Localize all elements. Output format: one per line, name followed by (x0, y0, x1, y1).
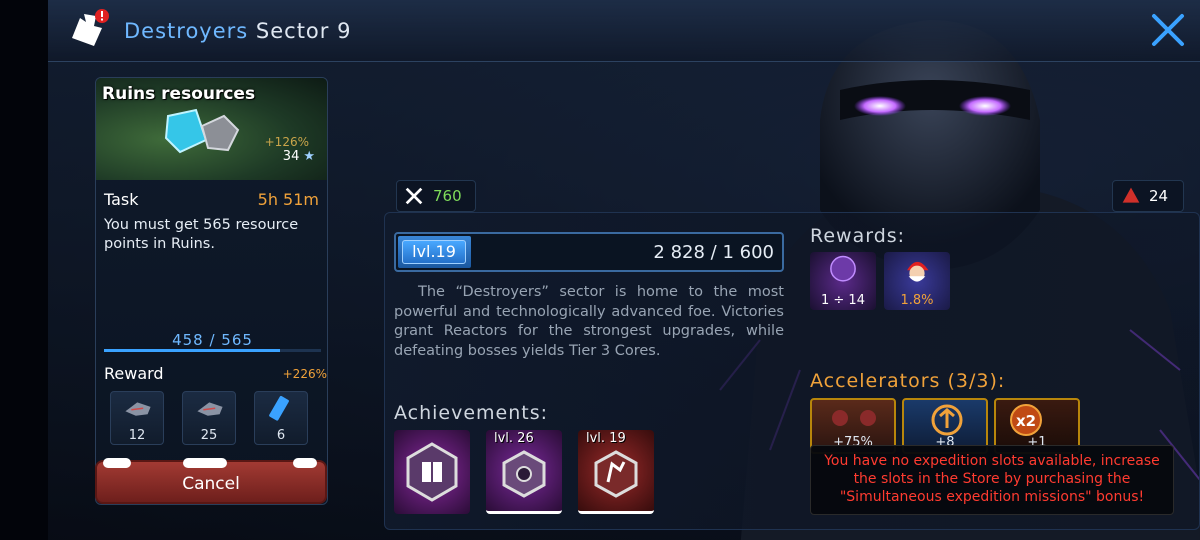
achievement-item[interactable] (394, 430, 470, 514)
cancel-button[interactable]: Cancel (95, 458, 327, 504)
snow-decoration (293, 458, 317, 468)
ship-icon (197, 402, 223, 416)
star-counter: 34 ★ (283, 149, 315, 164)
left-edge (0, 0, 48, 540)
ship-icon (125, 402, 151, 416)
reward-item[interactable]: 12 (110, 391, 164, 445)
accelerators-title: Accelerators (3/3): (810, 370, 1006, 392)
star-count-value: 34 (282, 149, 300, 164)
task-time: 5h 51m (257, 190, 319, 209)
expedition-alert-icon (66, 8, 110, 52)
no-slots-warning: You have no expedition slots available, … (810, 445, 1174, 515)
level-progress-value: 2 828 / 1 600 (653, 242, 774, 263)
page-title: Destroyers Sector 9 (124, 19, 351, 43)
sector-level-bar: lvl.19 2 828 / 1 600 (394, 232, 784, 272)
reward-santa[interactable]: 1.8% (884, 252, 950, 310)
task-label: Task (104, 190, 139, 209)
blueprint-card-icon (269, 395, 289, 421)
ruins-banner: Ruins resources +126% 34 ★ (96, 78, 327, 180)
upgrade-icon (931, 404, 963, 436)
reward-items: 12 25 6 (110, 391, 308, 445)
banner-bonus: +126% (264, 135, 309, 149)
achievement-item[interactable]: lvl. 19 (578, 430, 654, 514)
title-faction: Destroyers (124, 19, 249, 43)
reward-item[interactable]: 6 (254, 391, 308, 445)
reward-core-label: 1 ÷ 14 (821, 293, 865, 308)
power-badge: 760 (396, 180, 476, 212)
achievement-level: lvl. 19 (586, 431, 626, 446)
achievements-title: Achievements: (394, 402, 549, 424)
book-badge-icon (406, 442, 458, 502)
army-icon (832, 410, 876, 426)
santa-icon (907, 261, 929, 282)
reward-count: 25 (200, 428, 218, 443)
reward-core[interactable]: 1 ÷ 14 (810, 252, 876, 310)
reactor-icon (1122, 187, 1140, 203)
task-description: You must get 565 resource points in Ruin… (104, 217, 299, 252)
task-progress-text: 458 / 565 (172, 331, 253, 349)
banner-title: Ruins resources (102, 84, 256, 104)
cancel-label: Cancel (182, 474, 240, 494)
achievement-item[interactable]: lvl. 26 (486, 430, 562, 514)
expedition-screen: Destroyers Sector 9 Ruins resources +126… (0, 0, 1200, 540)
crossed-swords-icon (405, 187, 423, 205)
close-icon (1152, 14, 1184, 46)
level-tag: lvl.19 (402, 240, 466, 264)
reward-count: 12 (128, 428, 146, 443)
reactor-value: 24 (1149, 187, 1169, 205)
svg-text:x2: x2 (1016, 412, 1036, 430)
power-value: 760 (433, 187, 462, 205)
reward-count: 6 (276, 428, 286, 443)
star-icon: ★ (303, 149, 315, 164)
close-button[interactable] (1148, 10, 1188, 50)
rewards-title: Rewards: (810, 225, 906, 247)
task-progress-bar (104, 349, 321, 352)
reactor-badge: 24 (1112, 180, 1184, 212)
snow-decoration (103, 458, 131, 468)
reward-label: Reward (104, 364, 164, 383)
reward-santa-label: 1.8% (900, 293, 934, 308)
reward-bonus: +226% (282, 367, 327, 381)
core-icon (830, 255, 856, 282)
task-progress-fill (104, 349, 280, 352)
x2-icon: x2 (1010, 404, 1042, 436)
reward-item[interactable]: 25 (182, 391, 236, 445)
snow-decoration (183, 458, 227, 468)
title-sector: Sector 9 (255, 19, 352, 43)
mission-card: Ruins resources +126% 34 ★ Task 5h 51m Y… (95, 77, 328, 505)
achievement-level: lvl. 26 (494, 431, 534, 446)
sector-description: The “Destroyers” sector is home to the m… (394, 284, 784, 359)
